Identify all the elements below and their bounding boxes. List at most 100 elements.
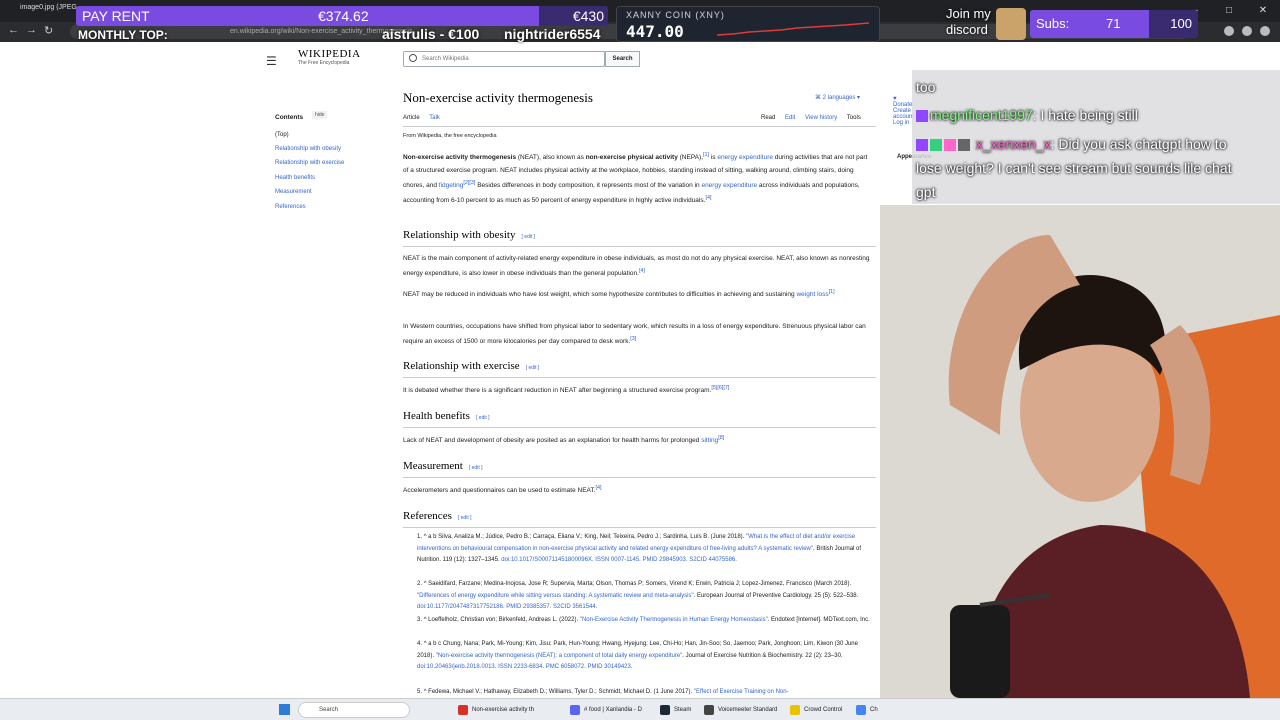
taskbar-item-crowd-control[interactable]: Crowd Control [790, 703, 842, 717]
heading-rule [403, 527, 876, 528]
reference-item: 4. ^ a b c Chung, Nana; Park, Mi-Young; … [417, 641, 858, 671]
taskbar-item-browser[interactable]: Non-exercise activity th [458, 703, 534, 717]
taskbar-item-voicemeeter[interactable]: Voicemeeter Standard [704, 703, 777, 717]
wikipedia-page: ☰ WIKIPEDIA The Free Encyclopedia Search… [0, 42, 931, 698]
measurement-paragraph: Accelerometers and questionnaires can be… [403, 485, 602, 495]
chat-username: x_xenxen_x [975, 136, 1051, 152]
heading-obesity: Relationship with obesity[ edit ] [403, 229, 536, 241]
exercise-paragraph: It is debated whether there is a signifi… [403, 385, 730, 395]
avatar [996, 8, 1026, 40]
heading-references: References[ edit ] [403, 510, 472, 522]
monthly-top-second: nightrider6554 [504, 26, 601, 42]
tab-article[interactable]: Article [403, 115, 420, 121]
link-weight-loss[interactable]: weight loss [796, 291, 828, 298]
forward-icon[interactable]: → [26, 24, 37, 36]
wikipedia-logo[interactable]: WIKIPEDIA The Free Encyclopedia [298, 48, 361, 66]
tab-edit[interactable]: Edit [785, 115, 795, 121]
coin-ticker: XANNY COIN (XNY) 447.00 [616, 6, 880, 42]
tab-tools[interactable]: Tools [847, 115, 861, 121]
toc-item-obesity[interactable]: Relationship with obesity [275, 146, 341, 152]
logo-subtitle: The Free Encyclopedia [298, 60, 350, 66]
link-fidgeting[interactable]: fidgeting [439, 182, 464, 189]
microphone [950, 605, 1010, 698]
toc-item-references[interactable]: References [275, 204, 306, 210]
log-in-link[interactable]: Log in [893, 120, 909, 126]
chat-overlay: too megnificent1997: I hate being still … [912, 70, 1280, 204]
pay-rent-label: PAY RENT [82, 8, 150, 24]
chat-message-continued: lose weight? I can't see stream but soun… [916, 160, 1232, 176]
create-account-link[interactable]: Create account [893, 108, 914, 120]
edit-link[interactable]: edit [472, 465, 480, 471]
taskbar-search[interactable]: Search [298, 702, 410, 718]
reload-icon[interactable]: ↻ [44, 24, 53, 37]
main-menu-icon[interactable]: ☰ [266, 54, 277, 68]
reference-item: 1. ^ a b Silva, Analiza M.; Júdice, Pedr… [417, 534, 862, 564]
toc-item-exercise[interactable]: Relationship with exercise [275, 160, 344, 166]
reference-item: 2. ^ Saeidifard, Farzane; Medina-Inojosa… [417, 581, 859, 611]
taskbar-item-discord[interactable]: # food | Xanlandia - D [570, 703, 642, 717]
taskbar-item-steam[interactable]: Steam [660, 703, 691, 717]
edit-link[interactable]: edit [479, 415, 487, 421]
subs-goal-bar: Subs: 71 100 [1030, 10, 1198, 38]
taskbar-item-chrome[interactable]: Ch [856, 703, 878, 717]
chat-message: megnificent1997: I hate being still [916, 103, 1138, 127]
pay-rent-goal: €430 [572, 8, 604, 24]
camera-badge-icon [958, 139, 970, 152]
taskbar: Search Non-exercise activity th # food |… [0, 698, 1280, 720]
search-button[interactable]: Search [605, 51, 640, 67]
logo-title: WIKIPEDIA [298, 48, 361, 60]
link-energy-expenditure-2[interactable]: energy expenditure [701, 182, 757, 189]
obesity-paragraph-1: NEAT is the main component of activity-r… [403, 255, 870, 278]
link-energy-expenditure[interactable]: energy expenditure [717, 154, 773, 161]
chat-text: : I hate being still [1032, 107, 1138, 123]
subs-goal: 100 [1170, 16, 1192, 31]
subs-current: 71 [1106, 16, 1121, 31]
profile-icon[interactable] [1242, 26, 1252, 36]
toc-top[interactable]: (Top) [275, 132, 289, 138]
page-title: Non-exercise activity thermogenesis [403, 90, 593, 105]
toc-item-measurement[interactable]: Measurement [275, 189, 312, 195]
heading-rule [403, 246, 876, 247]
languages-label: 2 languages [822, 95, 856, 101]
coin-name: XANNY COIN (XNY) [626, 10, 725, 20]
link-sitting[interactable]: sitting [701, 437, 718, 444]
chat-text: : Did you ask chatgpt how to [1050, 136, 1227, 152]
pay-rent-goal-bar: PAY RENT €374.62 €430 [76, 6, 608, 26]
toc-item-health[interactable]: Health benefits [275, 175, 315, 181]
toc-title: Contents [275, 114, 304, 121]
intro-term: Non-exercise activity thermogenesis [403, 154, 517, 162]
chat-username: megnificent1997 [930, 107, 1033, 123]
edit-link[interactable]: edit [528, 365, 536, 371]
extension-icon[interactable] [1224, 26, 1234, 36]
menu-icon[interactable] [1260, 26, 1270, 36]
languages-button[interactable]: ⌘ 2 languages ▾ [815, 94, 860, 101]
close-window-button[interactable]: ✕ [1246, 0, 1280, 22]
screen: image0.jpg (JPEG – □ ✕ ← → ↻ en.wikipedi… [0, 0, 1280, 720]
view-tabs: Read Edit View history Tools [761, 115, 869, 121]
tab-view-history[interactable]: View history [805, 115, 837, 121]
heading-exercise: Relationship with exercise[ edit ] [403, 360, 540, 372]
reference-item: 3. ^ Loeffelholz, Christian von; Birkenf… [417, 617, 870, 623]
chat-message: too [916, 79, 936, 95]
browser-tab[interactable]: image0.jpg (JPEG [20, 4, 77, 11]
edit-link[interactable]: edit [461, 515, 469, 521]
heading-measurement: Measurement[ edit ] [403, 460, 483, 472]
sub-badge-icon [916, 110, 928, 123]
heading-rule [403, 477, 876, 478]
monthly-top-label: MONTHLY TOP: [78, 28, 168, 42]
search-input[interactable]: Search Wikipedia [403, 51, 605, 67]
heading-health: Health benefits[ edit ] [403, 410, 490, 422]
windows-start-icon[interactable] [279, 704, 290, 715]
coin-price: 447.00 [626, 22, 684, 41]
back-icon[interactable]: ← [8, 24, 19, 36]
bits-badge-icon [944, 139, 956, 152]
monthly-top-first: aistrulis - €100 [382, 26, 480, 42]
donate-link[interactable]: ♥ Donate [893, 96, 912, 108]
edit-link[interactable]: edit [524, 234, 532, 240]
toc-hide-button[interactable]: hide [312, 111, 328, 119]
maximize-button[interactable]: □ [1212, 0, 1246, 22]
webcam-image [880, 205, 1280, 698]
tab-talk[interactable]: Talk [429, 115, 440, 121]
tab-read[interactable]: Read [761, 115, 775, 121]
pay-rent-current: €374.62 [318, 8, 369, 24]
